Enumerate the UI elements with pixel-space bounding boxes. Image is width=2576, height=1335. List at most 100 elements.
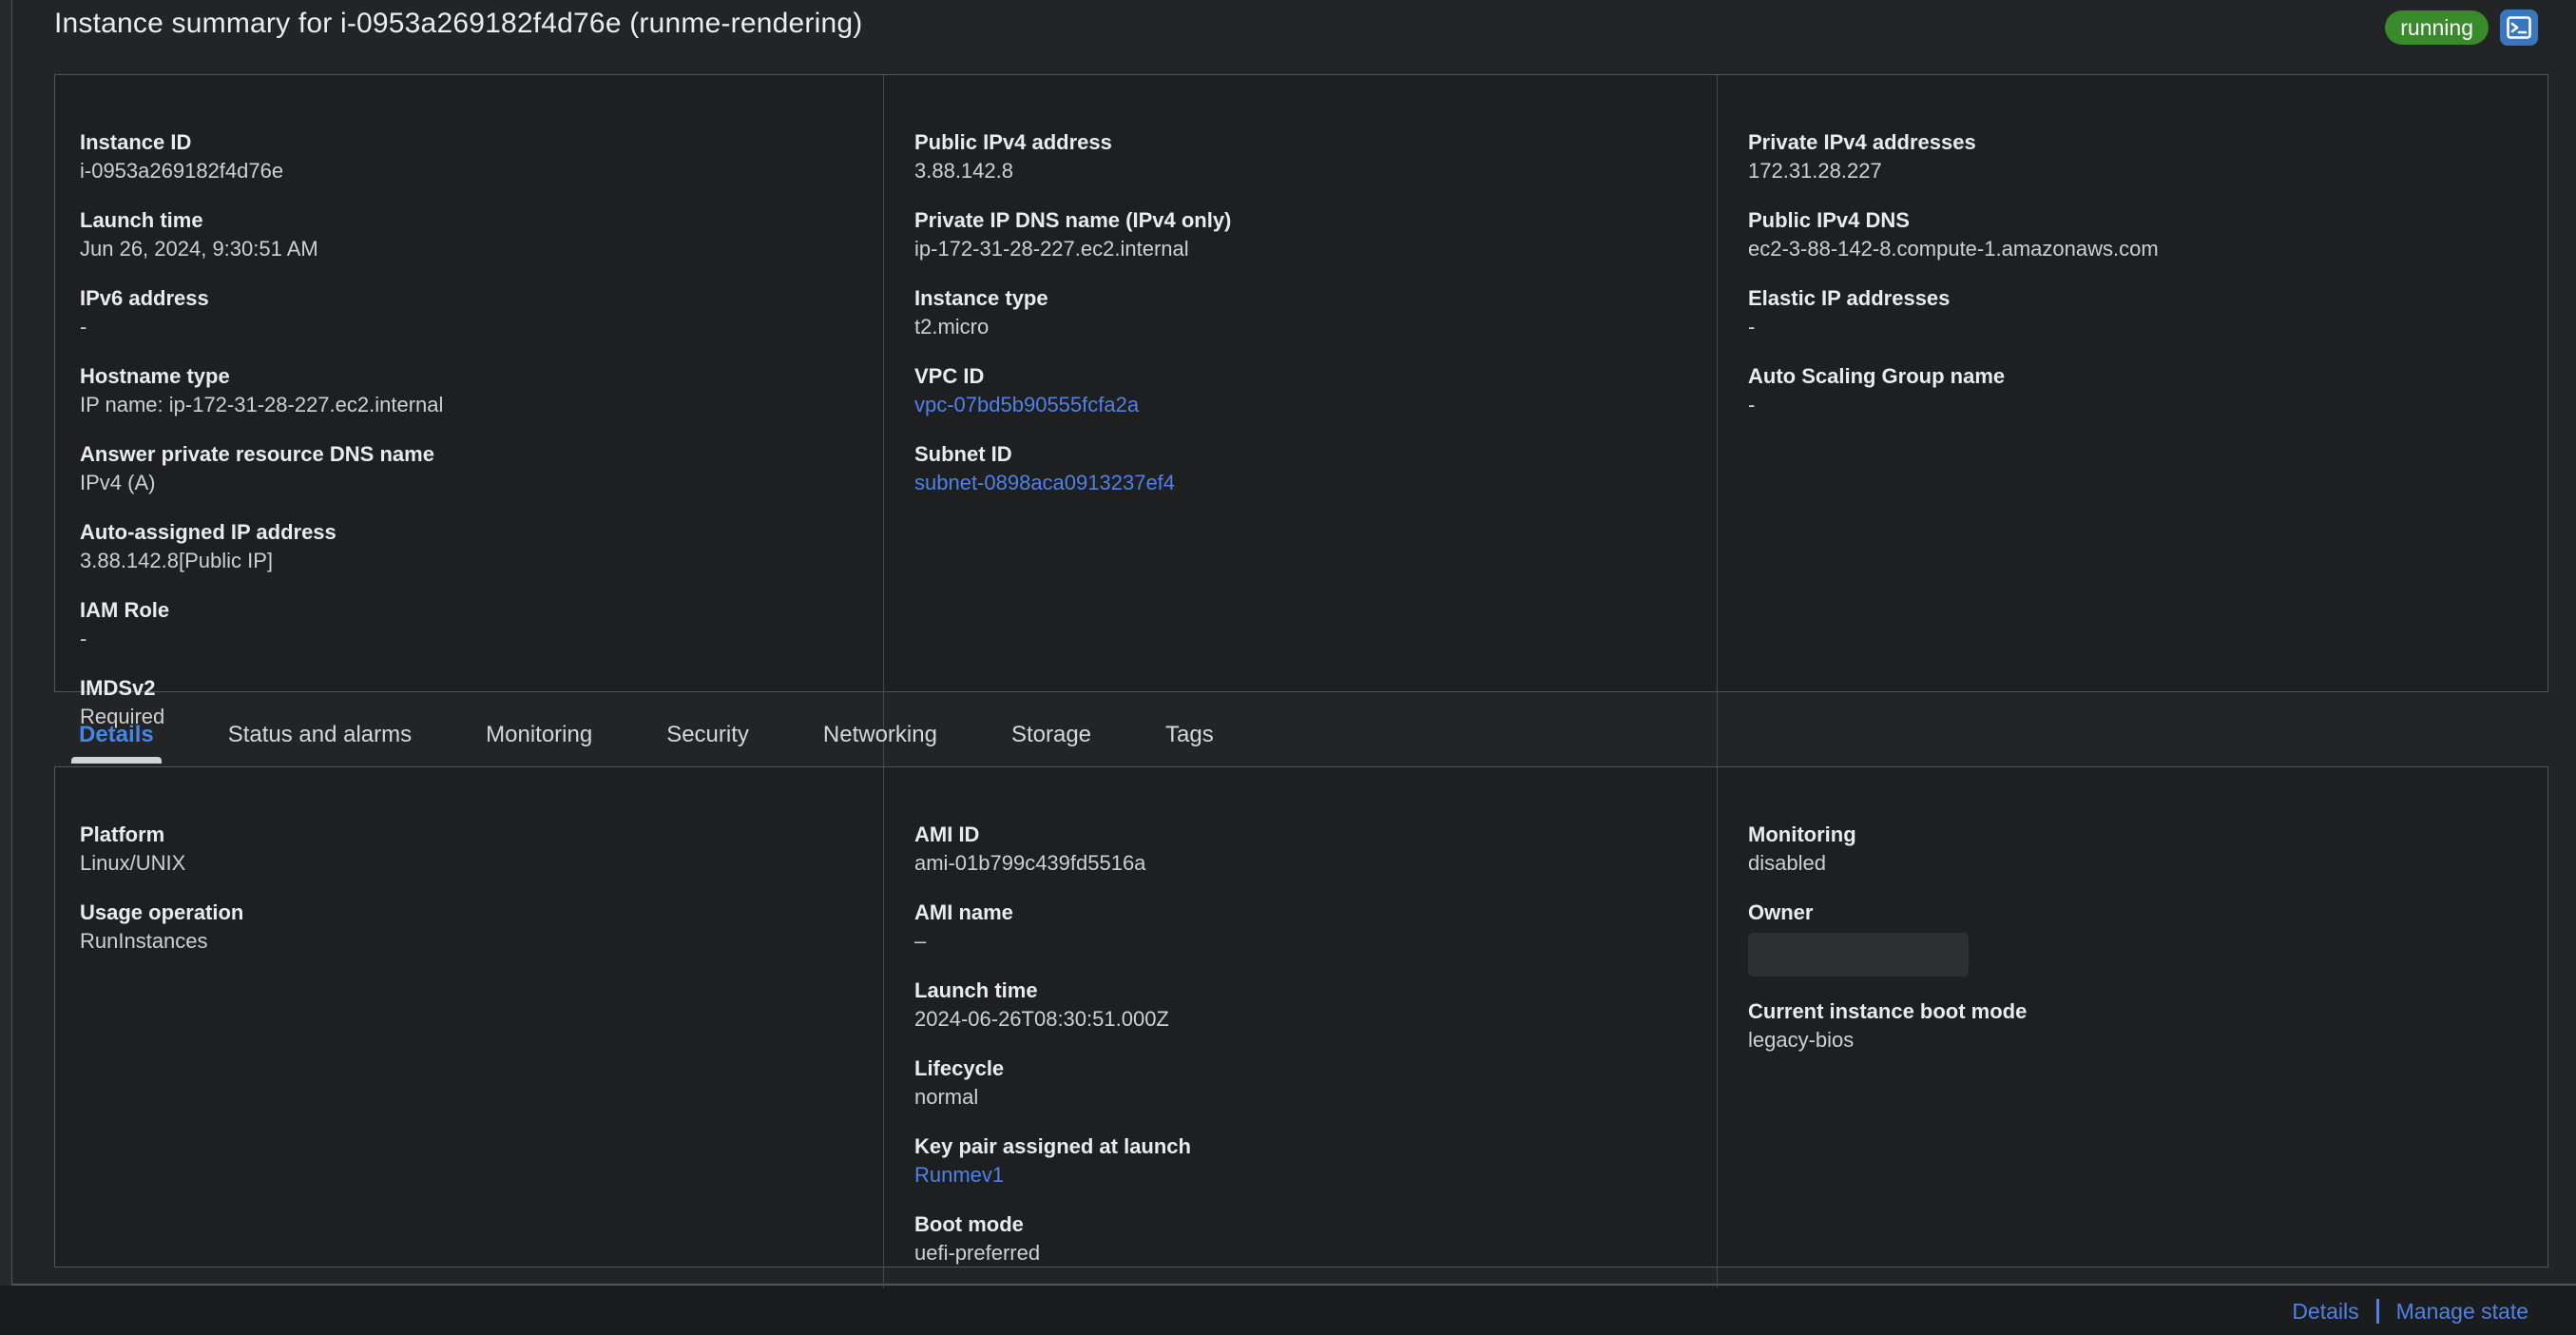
field-auto-scaling-group-name: Auto Scaling Group name -	[1748, 362, 2528, 419]
field-value: i-0953a269182f4d76e	[80, 159, 284, 183]
field-key-pair-assigned-at-launch: Key pair assigned at launch Runmev1	[914, 1132, 1698, 1190]
connect-terminal-button[interactable]	[2500, 10, 2538, 46]
field-label: Monitoring	[1748, 822, 1856, 846]
field-value: ami-01b799c439fd5516a	[914, 851, 1146, 875]
field-public-ipv4-dns: Public IPv4 DNS ec2-3-88-142-8.compute-1.…	[1748, 206, 2528, 263]
field-ipv6-address: IPv6 address -	[80, 284, 864, 341]
field-value: –	[914, 929, 927, 953]
tab-status-and-alarms[interactable]: Status and alarms	[228, 708, 412, 762]
field-ami-name: AMI name –	[914, 899, 1698, 956]
field-launch-time: Launch time 2024-06-26T08:30:51.000Z	[914, 977, 1698, 1034]
field-label: Answer private resource DNS name	[80, 442, 434, 466]
field-value: t2.micro	[914, 315, 990, 339]
field-subnet-id: Subnet ID subnet-0898aca0913237ef4	[914, 440, 1698, 497]
field-label: VPC ID	[914, 364, 985, 388]
field-value: 3.88.142.8[Public IP]	[80, 549, 274, 572]
tab-security[interactable]: Security	[666, 708, 749, 762]
field-launch-time: Launch time Jun 26, 2024, 9:30:51 AM	[80, 206, 864, 263]
field-value: 3.88.142.8	[914, 159, 1013, 183]
tab-bar: Details Status and alarms Monitoring Securi…	[54, 704, 2548, 766]
field-value: 172.31.28.227	[1748, 159, 1882, 183]
field-label: IAM Role	[80, 598, 170, 622]
field-boot-mode: Boot mode uefi-preferred	[914, 1210, 1698, 1267]
field-label: AMI ID	[914, 822, 980, 846]
field-label: Hostname type	[80, 364, 230, 388]
field-value: -	[1748, 393, 1756, 416]
field-label: Auto Scaling Group name	[1748, 364, 2006, 388]
field-private-ipv4-addresses: Private IPv4 addresses 172.31.28.227	[1748, 128, 2528, 185]
field-value: -	[80, 627, 87, 650]
field-label: AMI name	[914, 900, 1013, 924]
field-value: uefi-preferred	[914, 1241, 1041, 1265]
footer-bar: Details Manage state	[0, 1287, 2576, 1335]
header: Instance summary for i-0953a269182f4d76e…	[54, 0, 2538, 74]
field-monitoring: Monitoring disabled	[1748, 821, 2528, 878]
field-instance-id: Instance ID i-0953a269182f4d76e	[80, 128, 864, 185]
field-elastic-ip-addresses: Elastic IP addresses -	[1748, 284, 2528, 341]
field-instance-type: Instance type t2.micro	[914, 284, 1698, 341]
instance-summary-panel: Instance ID i-0953a269182f4d76e Launch tim…	[54, 74, 2548, 771]
vpc-id-link[interactable]: vpc-07bd5b90555fcfa2a	[914, 393, 1139, 416]
tab-storage[interactable]: Storage	[1011, 708, 1091, 762]
footer-link-divider	[2375, 1299, 2379, 1324]
instance-summary-container: Instance summary for i-0953a269182f4d76e…	[11, 0, 2576, 1307]
field-label: Elastic IP addresses	[1748, 286, 1951, 310]
footer-link-details[interactable]: Details	[2292, 1299, 2358, 1325]
redacted-value	[1748, 933, 1969, 977]
field-label: Instance ID	[80, 130, 192, 154]
tab-details[interactable]: Details	[71, 708, 162, 764]
header-actions: running	[2385, 8, 2538, 46]
field-label: Public IPv4 DNS	[1748, 208, 1910, 232]
field-value: disabled	[1748, 851, 1826, 875]
field-value: -	[80, 315, 87, 339]
subnet-id-link[interactable]: subnet-0898aca0913237ef4	[914, 471, 1175, 494]
field-value: ip-172-31-28-227.ec2.internal	[914, 237, 1189, 261]
details-column-3: Monitoring disabled Owner Current instance …	[1717, 767, 2547, 1307]
field-label: Current instance boot mode	[1748, 999, 2028, 1023]
field-label: Public IPv4 address	[914, 130, 1112, 154]
field-value: RunInstances	[80, 929, 208, 953]
field-label: Platform	[80, 822, 165, 846]
details-column-1: Platform Linux/UNIX Usage operation RunInst…	[55, 767, 883, 1307]
tab-networking[interactable]: Networking	[823, 708, 937, 762]
field-value: Jun 26, 2024, 9:30:51 AM	[80, 237, 318, 261]
tab-tags[interactable]: Tags	[1165, 708, 1214, 762]
footer-link-manage-state[interactable]: Manage state	[2396, 1299, 2528, 1325]
field-value: IPv4 (A)	[80, 471, 156, 494]
field-iam-role: IAM Role -	[80, 596, 864, 653]
field-label: IMDSv2	[80, 676, 156, 700]
field-hostname-type: Hostname type IP name: ip-172-31-28-227.e…	[80, 362, 864, 419]
field-value: 2024-06-26T08:30:51.000Z	[914, 1007, 1169, 1031]
field-value: legacy-bios	[1748, 1028, 1855, 1052]
field-label: Private IP DNS name (IPv4 only)	[914, 208, 1232, 232]
field-usage-operation: Usage operation RunInstances	[80, 899, 864, 956]
field-auto-assigned-ip-address: Auto-assigned IP address 3.88.142.8[Publi…	[80, 518, 864, 575]
summary-column-3: Private IPv4 addresses 172.31.28.227 Publi…	[1717, 75, 2547, 771]
key-pair-assigned-at-launch-link[interactable]: Runmev1	[914, 1163, 1004, 1187]
field-label: Boot mode	[914, 1212, 1024, 1236]
field-vpc-id: VPC ID vpc-07bd5b90555fcfa2a	[914, 362, 1698, 419]
field-label: Usage operation	[80, 900, 244, 924]
field-owner: Owner	[1748, 899, 2528, 977]
field-label: IPv6 address	[80, 286, 209, 310]
field-current-instance-boot-mode: Current instance boot mode legacy-bios	[1748, 997, 2528, 1054]
field-label: Auto-assigned IP address	[80, 520, 336, 544]
field-value: normal	[914, 1085, 979, 1109]
page-title: Instance summary for i-0953a269182f4d76e…	[54, 8, 863, 39]
field-label: Instance type	[914, 286, 1048, 310]
field-label: Owner	[1748, 900, 1814, 924]
field-value: ec2-3-88-142-8.compute-1.amazonaws.com	[1748, 237, 2159, 261]
terminal-icon	[2507, 16, 2531, 39]
left-edge-strip	[0, 0, 11, 1286]
tab-monitoring[interactable]: Monitoring	[486, 708, 592, 762]
field-label: Lifecycle	[914, 1056, 1005, 1080]
status-badge: running	[2385, 10, 2489, 45]
field-private-ip-dns-name-ipv4-only: Private IP DNS name (IPv4 only) ip-172-31…	[914, 206, 1698, 263]
field-label: Launch time	[914, 978, 1038, 1002]
ec2-instance-summary-page: Instance summary for i-0953a269182f4d76e…	[0, 0, 2576, 1335]
field-value: IP name: ip-172-31-28-227.ec2.internal	[80, 393, 444, 416]
field-label: Subnet ID	[914, 442, 1012, 466]
details-column-2: AMI ID ami-01b799c439fd5516a AMI name – Laun…	[883, 767, 1717, 1307]
field-label: Key pair assigned at launch	[914, 1134, 1191, 1158]
summary-column-2: Public IPv4 address 3.88.142.8 Private IP …	[883, 75, 1717, 771]
